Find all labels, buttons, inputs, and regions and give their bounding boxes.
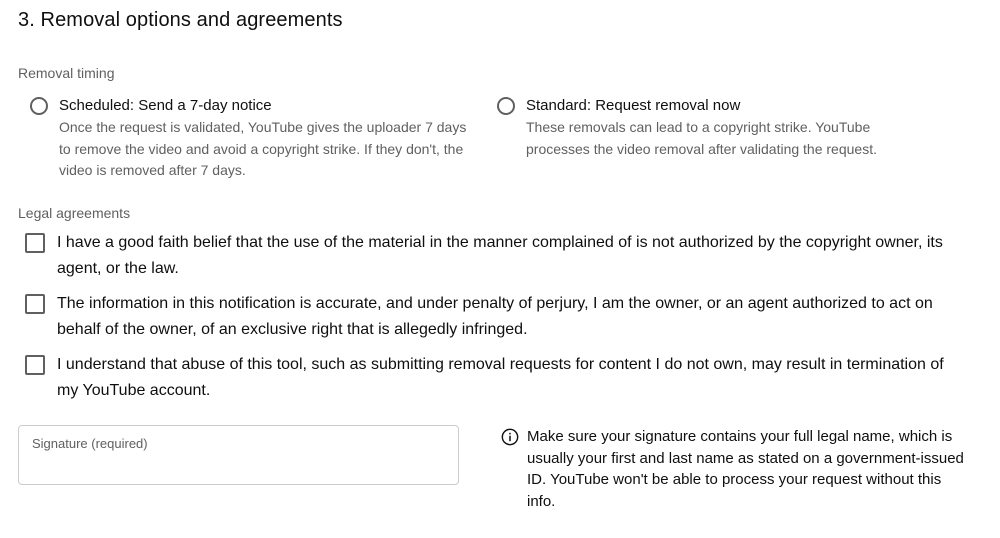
- agreement-text-good-faith: I have a good faith belief that the use …: [57, 234, 943, 277]
- radio-description-standard: These removals can lead to a copyright s…: [526, 119, 877, 157]
- signature-placeholder: Signature (required): [32, 436, 148, 451]
- info-icon: [501, 428, 519, 446]
- checkbox-accuracy[interactable]: [25, 294, 45, 314]
- removal-timing-label: Removal timing: [18, 65, 115, 81]
- radio-button-standard[interactable]: [497, 97, 515, 115]
- signature-input[interactable]: Signature (required): [18, 425, 459, 485]
- radio-button-scheduled[interactable]: [30, 97, 48, 115]
- legal-agreements-label: Legal agreements: [18, 205, 131, 221]
- agreement-text-abuse: I understand that abuse of this tool, su…: [57, 356, 944, 399]
- checkbox-good-faith[interactable]: [25, 233, 45, 253]
- agreement-text-accuracy: The information in this notification is …: [57, 295, 933, 338]
- radio-title-scheduled: Scheduled: Send a 7-day notice: [59, 97, 272, 114]
- checkbox-abuse[interactable]: [25, 355, 45, 375]
- radio-description-scheduled: Once the request is validated, YouTube g…: [59, 119, 467, 178]
- section-title: 3. Removal options and agreements: [18, 9, 343, 31]
- radio-title-standard: Standard: Request removal now: [526, 97, 741, 114]
- signature-info-note: Make sure your signature contains your f…: [527, 428, 964, 510]
